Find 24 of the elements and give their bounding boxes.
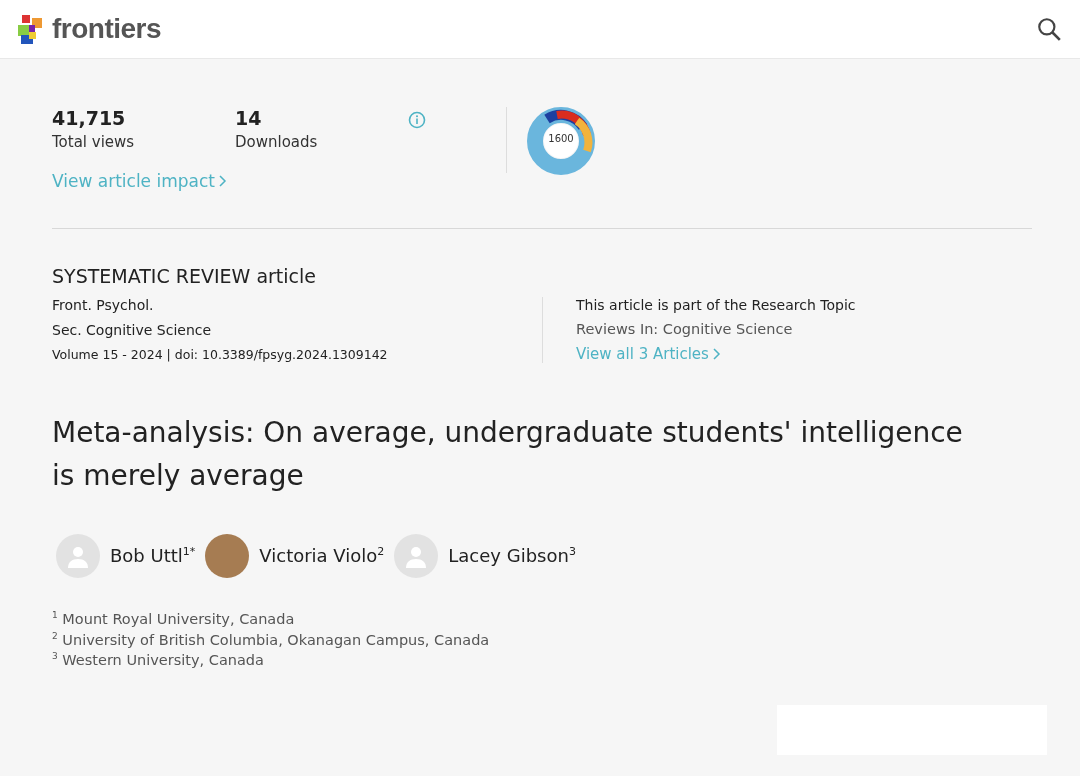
journal-name: Front. Psychol. bbox=[52, 297, 155, 313]
affiliation: $^{2}$ University of British Columbia, Okanagan Campus, Canada bbox=[52, 630, 491, 648]
altmetric-donut-icon[interactable] bbox=[527, 107, 595, 175]
affiliation: $^{1}$ Mount Royal University, Canada bbox=[52, 609, 296, 627]
author-name[interactable]: Victoria Violo$^{2}$ bbox=[259, 545, 385, 567]
search-icon[interactable] bbox=[1036, 16, 1062, 42]
author-name[interactable]: Bob Uttl$^{1*}$ bbox=[110, 545, 196, 567]
section-name: Sec. Cognitive Science bbox=[52, 322, 213, 338]
chevron-right-icon bbox=[712, 348, 721, 360]
research-topic-name: Reviews In: Cognitive Science bbox=[576, 321, 794, 337]
metric-value: 41,715 bbox=[52, 107, 126, 129]
research-topic-intro: This article is part of the Research Topic bbox=[576, 297, 856, 313]
chevron-right-icon bbox=[219, 175, 227, 187]
metric-value: 14 bbox=[235, 107, 262, 129]
author-name[interactable]: Lacey Gibson$^{3}$ bbox=[448, 545, 576, 567]
logo-text[interactable]: frontiers bbox=[52, 13, 162, 45]
volume-doi: Volume 15 - 2024 | doi: 10.3389/fpsyg.2024.1309142 bbox=[52, 347, 389, 362]
altmetric-score: 1600 bbox=[547, 133, 575, 144]
metric-label: Downloads bbox=[235, 133, 318, 151]
affiliation: $^{3}$ Western University, Canada bbox=[52, 651, 265, 669]
metric-label: Total views bbox=[52, 133, 135, 151]
article-title: Meta-analysis: On average, undergraduate students' intelligence is merely average bbox=[52, 415, 964, 495]
article-type: SYSTEMATIC REVIEW article bbox=[52, 265, 317, 287]
avatar-placeholder bbox=[56, 533, 100, 578]
